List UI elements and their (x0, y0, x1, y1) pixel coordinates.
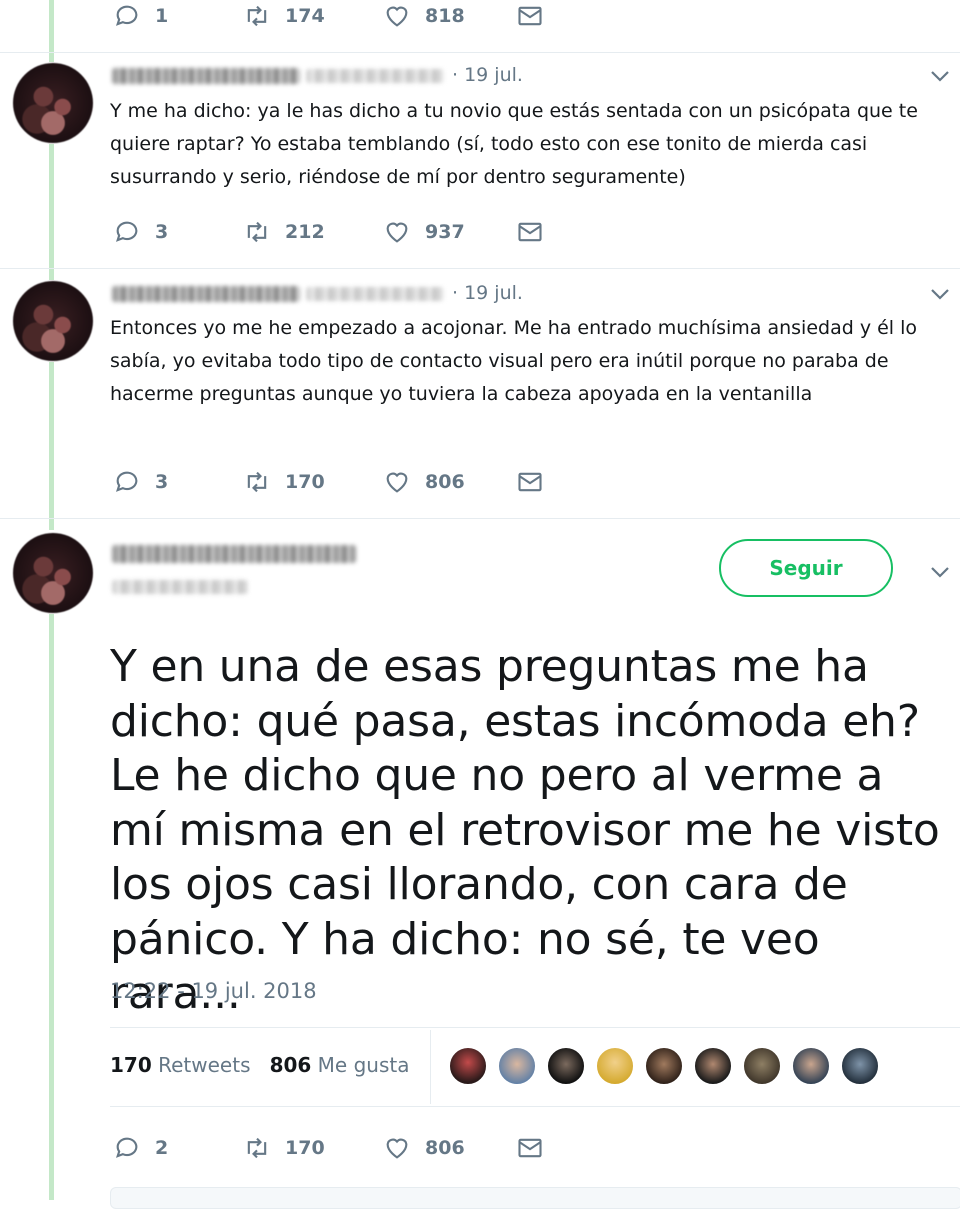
like-button[interactable]: 806 (383, 1132, 465, 1164)
liker-avatar[interactable] (840, 1046, 880, 1086)
tweet-divider (0, 52, 960, 53)
like-button[interactable]: 937 (383, 216, 465, 248)
thread-line (49, 144, 54, 280)
heart-icon (386, 222, 408, 243)
dm-button[interactable] (516, 466, 544, 498)
author-handle-redacted[interactable] (306, 69, 444, 83)
likes-label: Me gusta (317, 1053, 410, 1077)
dm-button[interactable] (516, 216, 544, 248)
reply-count: 3 (155, 221, 169, 243)
retweets-count: 170 (110, 1053, 152, 1077)
like-count: 806 (425, 1137, 465, 1159)
chevron-down-icon[interactable] (928, 564, 952, 580)
thread-line (49, 362, 54, 530)
like-button[interactable]: 818 (383, 0, 465, 32)
liker-avatar[interactable] (595, 1046, 635, 1086)
avatar[interactable] (13, 533, 93, 613)
thread-line (49, 614, 54, 1200)
tweet-date[interactable]: · 19 jul. (452, 282, 523, 304)
reply-count: 2 (155, 1137, 169, 1159)
retweet-button[interactable]: 212 (243, 216, 325, 248)
liker-avatar[interactable] (742, 1046, 782, 1086)
envelope-icon (518, 222, 542, 242)
tweet-timestamp[interactable]: 12:22 - 19 jul. 2018 (110, 979, 317, 1003)
envelope-icon (518, 6, 542, 26)
retweet-button[interactable]: 170 (243, 466, 325, 498)
retweet-count: 170 (285, 471, 325, 493)
follow-button[interactable]: Seguir (719, 539, 893, 597)
liker-avatar[interactable] (644, 1046, 684, 1086)
author-name-redacted[interactable] (112, 68, 300, 84)
retweets-label: Retweets (158, 1053, 251, 1077)
liker-avatar[interactable] (546, 1046, 586, 1086)
reply-icon (115, 471, 138, 492)
chevron-down-icon[interactable] (928, 68, 952, 84)
reply-icon (115, 1137, 138, 1158)
reply-button[interactable]: 3 (113, 216, 168, 248)
reply-button[interactable]: 2 (113, 1132, 168, 1164)
liker-avatar[interactable] (791, 1046, 831, 1086)
retweet-button[interactable]: 170 (243, 1132, 325, 1164)
author-handle-redacted[interactable] (306, 287, 444, 301)
chevron-down-icon[interactable] (928, 286, 952, 302)
stats-separator (430, 1030, 431, 1104)
author-name-redacted[interactable] (112, 286, 300, 302)
retweet-count: 174 (285, 5, 325, 27)
stats-divider-bottom (110, 1106, 960, 1107)
like-button[interactable]: 806 (383, 466, 465, 498)
liker-avatar[interactable] (497, 1046, 537, 1086)
avatar[interactable] (13, 281, 93, 361)
avatar[interactable] (13, 63, 93, 143)
dm-button[interactable] (516, 1132, 544, 1164)
reply-count: 3 (155, 471, 169, 493)
author-handle-redacted[interactable] (112, 580, 248, 594)
reply-button[interactable]: 1 (113, 0, 168, 32)
tweet-date[interactable]: · 19 jul. (452, 64, 523, 86)
heart-icon (386, 6, 408, 27)
retweet-count: 170 (285, 1137, 325, 1159)
retweet-icon (247, 1137, 267, 1159)
retweet-icon (247, 471, 267, 493)
retweet-count: 212 (285, 221, 325, 243)
retweets-stat[interactable]: 170 Retweets (110, 1053, 257, 1077)
reply-icon (115, 221, 138, 242)
stats-divider-top (110, 1027, 960, 1028)
likes-stat[interactable]: 806 Me gusta (270, 1053, 410, 1077)
tweet-divider (0, 268, 960, 269)
reply-count: 1 (155, 5, 169, 27)
reply-composer[interactable] (110, 1187, 960, 1209)
like-count: 806 (425, 471, 465, 493)
author-name-redacted[interactable] (112, 545, 356, 563)
envelope-icon (518, 1138, 542, 1158)
envelope-icon (518, 472, 542, 492)
like-count: 818 (425, 5, 465, 27)
heart-icon (386, 472, 408, 493)
retweet-icon (247, 5, 267, 27)
like-count: 937 (425, 221, 465, 243)
tweet-stats: 170 Retweets 806 Me gusta (110, 1053, 409, 1077)
liker-avatar[interactable] (448, 1046, 488, 1086)
retweet-button[interactable]: 174 (243, 0, 325, 32)
reply-icon (115, 5, 138, 26)
reply-button[interactable]: 3 (113, 466, 168, 498)
main-tweet-text: Y en una de esas preguntas me ha dicho: … (110, 641, 940, 1019)
tweet-text: Y me ha dicho: ya le has dicho a tu novi… (110, 100, 918, 188)
dm-button[interactable] (516, 0, 544, 32)
tweet-text: Entonces yo me he empezado a acojonar. M… (110, 317, 918, 405)
liker-avatar[interactable] (693, 1046, 733, 1086)
tweet-divider (0, 518, 960, 519)
heart-icon (386, 1138, 408, 1159)
likes-count: 806 (269, 1053, 312, 1077)
retweet-icon (247, 221, 267, 243)
